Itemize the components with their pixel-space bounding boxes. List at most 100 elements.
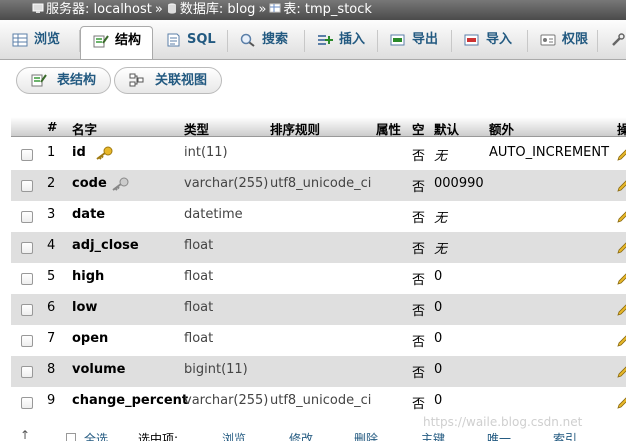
check-all-link[interactable]: 全选	[84, 430, 108, 441]
bulk-primary-button[interactable]: 主键	[421, 430, 445, 441]
structure-icon	[31, 74, 47, 87]
column-null: 否	[412, 149, 426, 164]
column-default: 无	[434, 149, 448, 164]
arrow-up-icon: ↑	[20, 428, 31, 441]
column-default: 0	[434, 362, 443, 377]
edit-pencil-icon[interactable]	[617, 180, 626, 192]
header-type[interactable]: 类型	[184, 119, 209, 138]
row-checkbox[interactable]	[21, 180, 33, 192]
table-row: 3 date datetime 否无	[11, 201, 626, 232]
row-checkbox[interactable]	[21, 149, 33, 161]
bulk-drop-button[interactable]: 删除	[354, 430, 378, 441]
header-attributes[interactable]: 属性	[376, 119, 401, 138]
column-null: 否	[412, 304, 426, 319]
edit-pencil-icon[interactable]	[617, 366, 626, 378]
tab-label: 浏览	[34, 32, 61, 47]
tab-browse[interactable]: 浏览	[0, 26, 80, 59]
relation-icon	[129, 73, 144, 87]
header-default[interactable]: 默认	[434, 119, 459, 138]
bulk-browse-button[interactable]: 浏览	[222, 430, 246, 441]
check-all-checkbox[interactable]	[66, 433, 76, 441]
tab-bar: 浏览 结构 SQL 搜索 插入 导出 导入 权限	[0, 20, 626, 60]
tab-sql[interactable]: SQL	[153, 26, 228, 59]
table-row: 1 id int(11) 否无 AUTO_INCREMENT	[11, 139, 626, 170]
tab-operations[interactable]	[598, 26, 626, 59]
column-name: change_percent	[72, 393, 189, 408]
export-icon	[390, 34, 405, 46]
relation-view-button[interactable]: 关联视图	[114, 67, 223, 94]
table-row: 7 open float 否 0	[11, 325, 626, 356]
table-row: 2 code varchar(255) utf8_unicode_ci 否 000990	[11, 170, 626, 201]
header-name[interactable]: 名字	[72, 119, 97, 138]
row-number: 3	[47, 207, 56, 222]
row-checkbox[interactable]	[21, 366, 33, 378]
breadcrumb-server[interactable]: 服务器: localhost	[46, 2, 152, 17]
tab-label: 结构	[115, 33, 142, 48]
row-number: 1	[47, 145, 56, 160]
table-row: 9 change_percent varchar(255) utf8_unicode_…	[11, 387, 626, 418]
breadcrumb-database[interactable]: 数据库: blog	[180, 2, 256, 17]
row-number: 6	[47, 300, 56, 315]
tab-insert[interactable]: 插入	[305, 26, 378, 59]
row-checkbox[interactable]	[21, 335, 33, 347]
column-type: float	[184, 331, 214, 346]
tab-search[interactable]: 搜索	[228, 26, 305, 59]
column-default: 0	[434, 300, 443, 315]
column-collation: utf8_unicode_ci	[270, 176, 372, 191]
database-icon	[167, 3, 176, 14]
table-structure-button[interactable]: 表结构	[16, 67, 112, 94]
table-icon	[269, 3, 281, 13]
row-number: 2	[47, 176, 56, 191]
tab-label: 插入	[339, 32, 366, 47]
with-selected-label: 选中项:	[138, 432, 179, 441]
tab-privileges[interactable]: 权限	[528, 26, 598, 59]
insert-icon	[318, 35, 333, 45]
table-row: 4 adj_close float 否无	[11, 232, 626, 263]
row-number: 5	[47, 269, 56, 284]
edit-pencil-icon[interactable]	[617, 397, 626, 409]
table-structure-label: 表结构	[57, 73, 97, 88]
column-null: 否	[412, 273, 426, 288]
column-name: adj_close	[72, 238, 139, 253]
search-icon	[240, 33, 255, 47]
column-default: 0	[434, 393, 443, 408]
tab-export[interactable]: 导出	[378, 26, 452, 59]
breadcrumb-separator: »	[154, 2, 163, 17]
edit-pencil-icon[interactable]	[617, 242, 626, 254]
row-number: 7	[47, 331, 56, 346]
column-default: 0	[434, 269, 443, 284]
row-checkbox[interactable]	[21, 273, 33, 285]
sql-icon	[167, 33, 180, 47]
column-type: int(11)	[184, 145, 228, 160]
tab-label: SQL	[187, 32, 216, 47]
row-checkbox[interactable]	[21, 211, 33, 223]
row-checkbox[interactable]	[21, 304, 33, 316]
header-collation[interactable]: 排序规则	[270, 119, 320, 138]
bulk-unique-button[interactable]: 唯一	[487, 430, 511, 441]
header-num: #	[47, 119, 58, 134]
column-null: 否	[412, 397, 426, 412]
column-default: 无	[434, 211, 448, 226]
edit-pencil-icon[interactable]	[617, 304, 626, 316]
tab-structure[interactable]: 结构	[80, 26, 153, 59]
watermark: https://waile.blog.csdn.net	[423, 415, 583, 429]
bulk-change-button[interactable]: 修改	[289, 430, 313, 441]
row-checkbox[interactable]	[21, 242, 33, 254]
edit-pencil-icon[interactable]	[617, 335, 626, 347]
row-checkbox[interactable]	[21, 397, 33, 409]
edit-pencil-icon[interactable]	[617, 211, 626, 223]
column-name: low	[72, 300, 98, 315]
column-default: 000990	[434, 176, 484, 191]
structure-icon	[93, 35, 109, 48]
tab-import[interactable]: 导入	[452, 26, 528, 59]
import-icon	[464, 34, 479, 46]
edit-pencil-icon[interactable]	[617, 273, 626, 285]
breadcrumb-table[interactable]: 表: tmp_stock	[283, 2, 372, 17]
header-extra[interactable]: 额外	[489, 119, 514, 138]
bulk-index-button[interactable]: 索引	[553, 430, 577, 441]
column-name: date	[72, 207, 106, 222]
column-name: code	[72, 176, 107, 191]
header-null[interactable]: 空	[412, 119, 425, 138]
column-extra: AUTO_INCREMENT	[489, 145, 610, 160]
edit-pencil-icon[interactable]	[617, 149, 626, 161]
